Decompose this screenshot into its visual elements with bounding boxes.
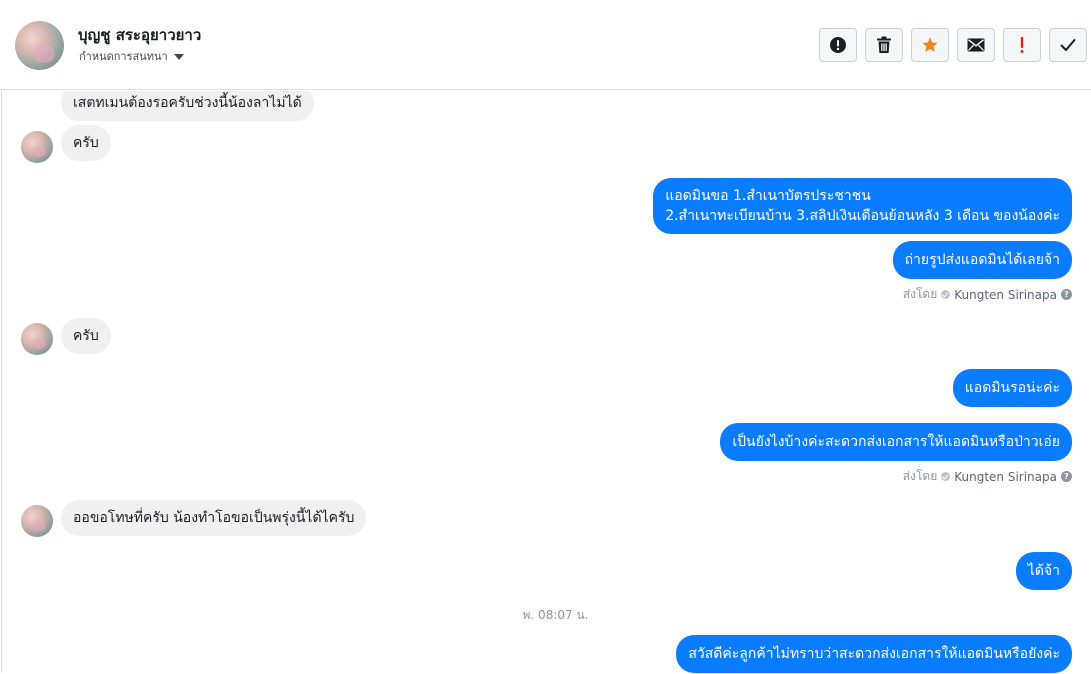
outgoing-message: เป็นยังไงบ้างค่ะสะดวกส่งเอกสารให้แอดมินห… bbox=[720, 423, 1072, 461]
conversation-schedule-dropdown[interactable]: กำหนดการสนทนา bbox=[79, 47, 184, 65]
sent-by-prefix: ส่งโดย bbox=[902, 287, 938, 301]
contact-avatar-small[interactable] bbox=[21, 131, 53, 163]
outgoing-message: แอดมินรอน่ะค่ะ bbox=[952, 369, 1072, 407]
verified-check-icon bbox=[941, 290, 951, 299]
outgoing-message: แอดมินขอ 1.สำเนาบัตรประชาชน 2.สำเนาทะเบี… bbox=[653, 178, 1072, 234]
envelope-icon bbox=[967, 38, 985, 52]
message-timestamp: พ. 08:07 น. bbox=[522, 608, 589, 622]
incoming-message: ออขอโทษที่ครับ น้องทำโอขอเป็นพรุ่งนี้ได้… bbox=[61, 500, 367, 536]
help-icon[interactable]: ? bbox=[1061, 471, 1072, 482]
trash-icon bbox=[877, 36, 891, 53]
outgoing-message-line: 2.สำเนาทะเบียนบ้าน 3.สลิปเงินเดือนย้อนหล… bbox=[665, 208, 1060, 224]
report-spam-button[interactable] bbox=[819, 28, 857, 62]
outgoing-message: ถ่ายรูปส่งแอดมินได้เลยจ้า bbox=[892, 241, 1072, 279]
sent-by-info: ส่งโดย Kungten Sirinapa ? bbox=[903, 285, 1072, 304]
outgoing-message: ได้จ้า bbox=[1015, 552, 1072, 590]
outgoing-message: สวัสดีค่ะลูกค้าไม่ทราบว่าสะดวกส่งเอกสารใ… bbox=[676, 635, 1072, 673]
conversation-toolbar bbox=[819, 28, 1087, 62]
incoming-message: ครับ bbox=[61, 125, 111, 161]
star-icon bbox=[922, 37, 938, 52]
outgoing-message-line: แอดมินขอ 1.สำเนาบัตรประชาชน bbox=[665, 188, 871, 204]
delete-button[interactable] bbox=[865, 28, 903, 62]
help-icon[interactable]: ? bbox=[1061, 289, 1072, 300]
message-thread[interactable]: เสตทเมนต้องรอครับช่วงนี้น้องลาไม่ได้ ครั… bbox=[0, 91, 1091, 674]
sender-name[interactable]: Kungten Sirinapa bbox=[954, 470, 1057, 484]
mark-unread-button[interactable] bbox=[957, 28, 995, 62]
conversation-schedule-label: กำหนดการสนทนา bbox=[79, 50, 168, 63]
alert-circle-icon bbox=[830, 37, 846, 53]
checkmark-icon bbox=[1060, 39, 1076, 51]
mark-done-button[interactable] bbox=[1049, 28, 1087, 62]
mark-important-button[interactable] bbox=[1003, 28, 1041, 62]
sent-by-info: ส่งโดย Kungten Sirinapa ? bbox=[903, 467, 1072, 486]
verified-check-icon bbox=[941, 472, 951, 481]
caret-down-icon bbox=[173, 53, 184, 60]
contact-avatar-small[interactable] bbox=[21, 505, 53, 537]
incoming-message: ครับ bbox=[61, 318, 111, 354]
sent-by-prefix: ส่งโดย bbox=[902, 469, 938, 483]
sender-name[interactable]: Kungten Sirinapa bbox=[954, 288, 1057, 302]
incoming-message: เสตทเมนต้องรอครับช่วงนี้น้องลาไม่ได้ bbox=[61, 91, 314, 121]
contact-name[interactable]: บุญชู สระอุยาวยาว bbox=[78, 23, 201, 47]
conversation-header: บุญชู สระอุยาวยาว กำหนดการสนทนา bbox=[0, 0, 1091, 90]
star-button[interactable] bbox=[911, 28, 949, 62]
contact-avatar[interactable] bbox=[15, 21, 64, 70]
exclamation-icon bbox=[1020, 37, 1024, 53]
contact-avatar-small[interactable] bbox=[21, 323, 53, 355]
